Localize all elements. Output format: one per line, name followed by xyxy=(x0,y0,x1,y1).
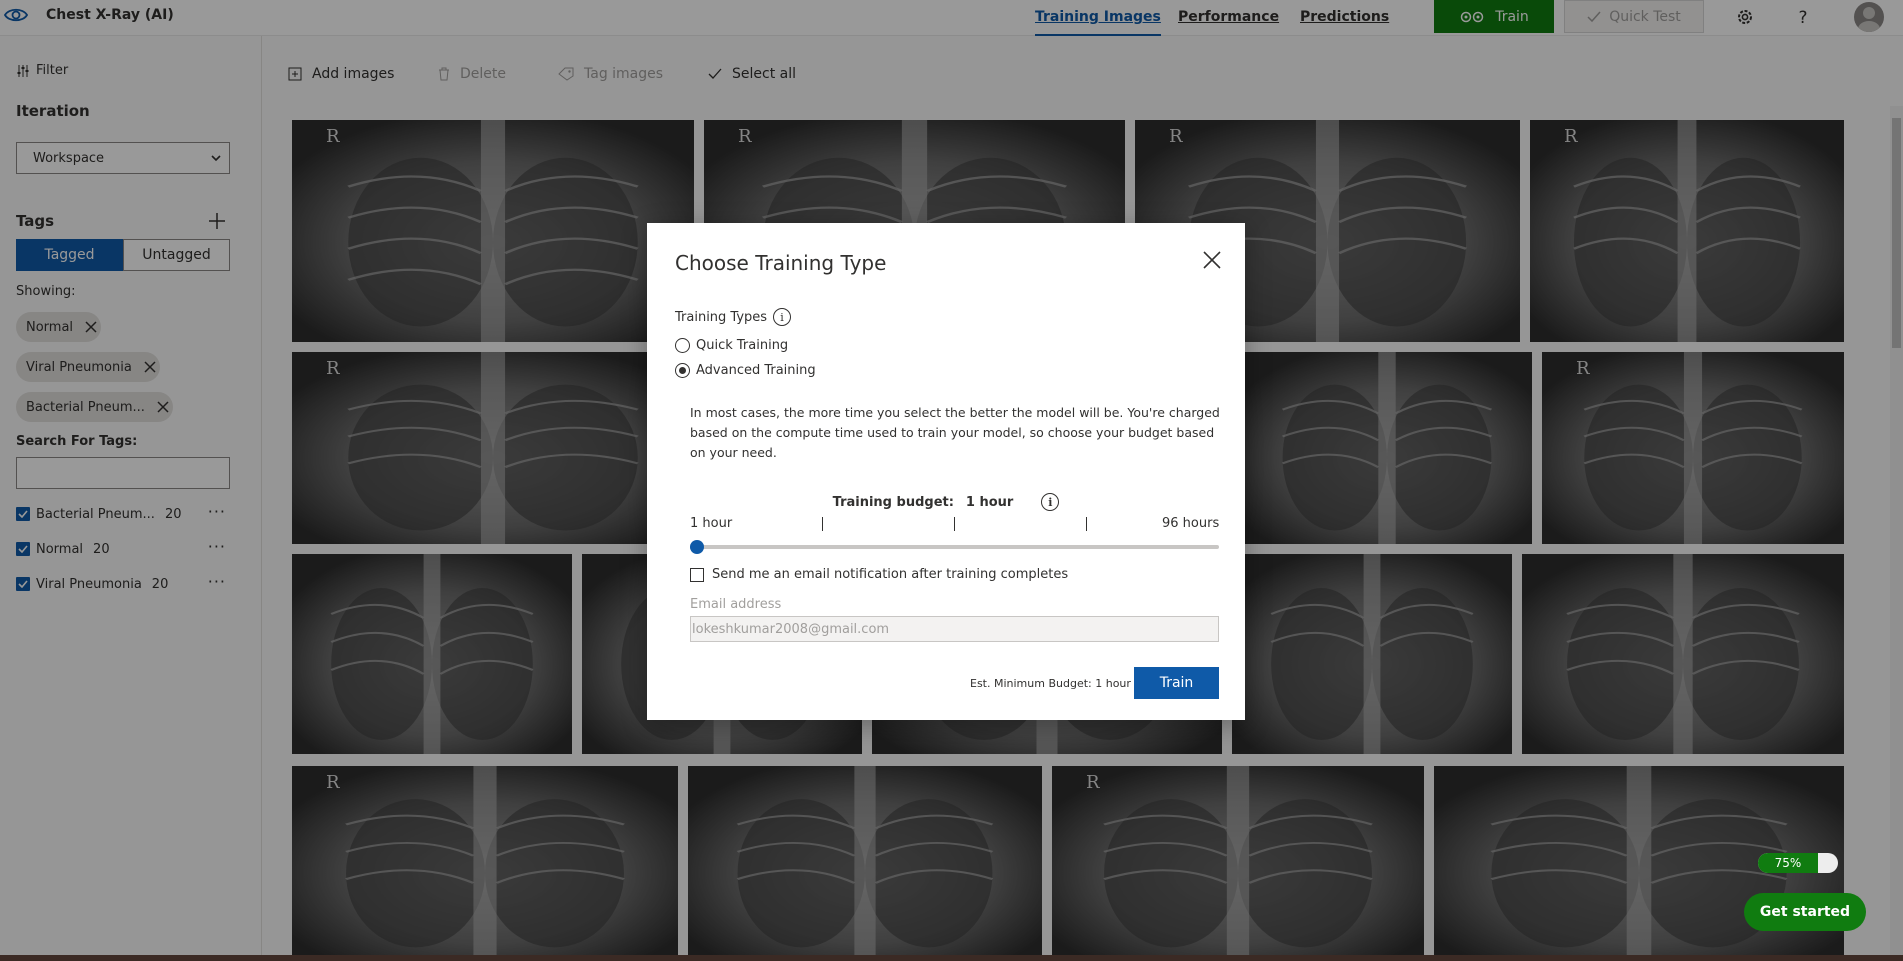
slider-max-label: 96 hours xyxy=(1162,516,1220,531)
email-notify-label: Send me an email notification after trai… xyxy=(712,567,1069,582)
taskbar-strip xyxy=(0,955,1903,961)
get-started-button[interactable]: Get started xyxy=(1744,893,1866,931)
training-description: In most cases, the more time you select … xyxy=(690,405,1220,460)
close-icon[interactable] xyxy=(1203,251,1221,269)
est-min-budget: Est. Minimum Budget: 1 hour xyxy=(970,677,1131,690)
progress-indicator: 75% xyxy=(1758,853,1838,873)
progress-fill: 75% xyxy=(1758,853,1818,873)
advanced-training-label: Advanced Training xyxy=(696,363,816,378)
radio-unselected-icon[interactable] xyxy=(675,338,690,353)
training-type-dialog: Choose Training Type Training Types i Qu… xyxy=(647,223,1245,720)
info-icon[interactable]: i xyxy=(1041,493,1060,511)
budget-slider-track[interactable] xyxy=(690,545,1219,549)
budget-value: 1 hour xyxy=(965,494,1014,510)
radio-selected-icon[interactable] xyxy=(675,363,690,378)
slider-min-label: 1 hour xyxy=(690,516,733,531)
slider-tick xyxy=(954,517,955,531)
email-field[interactable] xyxy=(690,616,1219,642)
training-budget: Training budget: 1 hour i xyxy=(647,493,1245,511)
info-icon[interactable]: i xyxy=(773,308,792,326)
training-types-text: Training Types xyxy=(675,309,768,325)
quick-training-label: Quick Training xyxy=(696,338,789,353)
training-types-label: Training Types i xyxy=(675,308,792,326)
checkbox-unchecked-icon[interactable] xyxy=(690,567,704,582)
budget-label: Training budget: xyxy=(832,494,954,510)
advanced-training-option[interactable]: Advanced Training xyxy=(675,363,816,378)
dialog-title: Choose Training Type xyxy=(675,251,887,275)
train-submit-button[interactable]: Train xyxy=(1134,667,1219,699)
quick-training-option[interactable]: Quick Training xyxy=(675,338,788,353)
slider-tick xyxy=(1086,517,1087,531)
email-notify-option[interactable]: Send me an email notification after trai… xyxy=(690,567,1068,582)
budget-slider-thumb[interactable] xyxy=(690,540,704,554)
email-label: Email address xyxy=(690,597,782,612)
slider-tick xyxy=(822,517,823,531)
